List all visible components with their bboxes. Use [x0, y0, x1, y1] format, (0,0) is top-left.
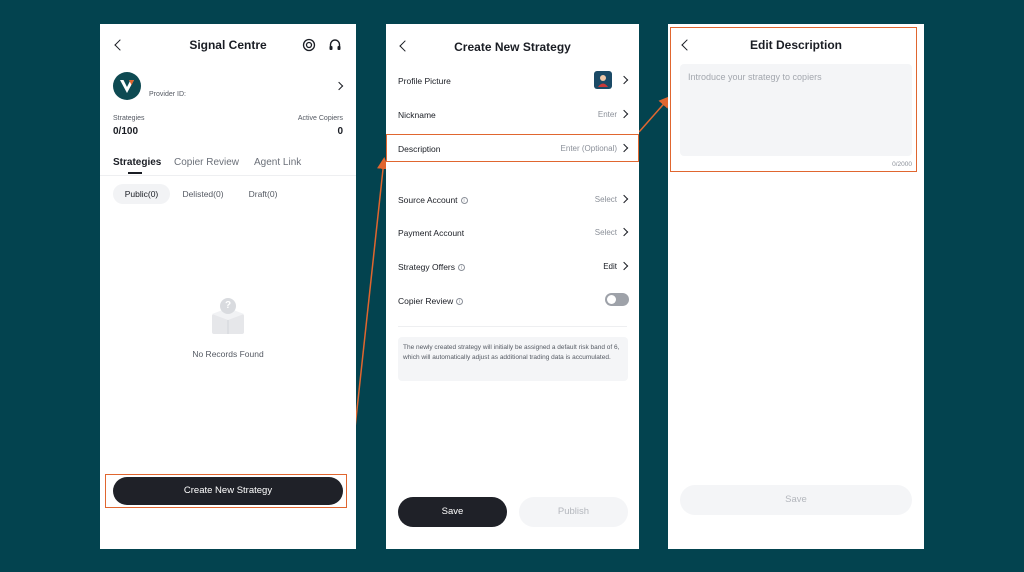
source-account-chevron-icon[interactable] [619, 194, 629, 204]
source-account-label: Source Account [398, 195, 458, 205]
nickname-chevron-icon[interactable] [619, 109, 629, 119]
broadcast-icon[interactable] [302, 38, 316, 52]
character-counter: 0/2000 [892, 161, 912, 168]
nickname-value[interactable]: Enter [598, 110, 617, 119]
create-strategy-screen: Create New Strategy Profile Picture Nick… [386, 24, 639, 549]
publish-button[interactable]: Publish [519, 497, 628, 527]
section-divider [398, 326, 627, 327]
provider-chevron-icon[interactable] [334, 81, 344, 91]
strategies-count: 0/100 [113, 126, 139, 137]
active-tab-indicator [128, 172, 142, 174]
save-button[interactable]: Save [398, 497, 507, 527]
page-title: Signal Centre [189, 38, 267, 52]
save-button[interactable]: Save [680, 485, 912, 515]
payment-account-label: Payment Account [398, 228, 465, 238]
info-icon[interactable]: i [460, 197, 468, 205]
description-input[interactable]: Introduce your strategy to copiers [680, 64, 912, 156]
profile-picture-chevron-icon[interactable] [619, 75, 629, 85]
tab-divider [100, 175, 356, 176]
back-arrow-icon[interactable] [399, 40, 411, 52]
strategy-offers-row: Strategy Offers i [398, 262, 466, 272]
description-value[interactable]: Enter (Optional) [561, 144, 617, 153]
description-label: Description [398, 144, 441, 154]
info-icon[interactable]: i [456, 298, 464, 306]
tab-agent-link[interactable]: Agent Link [254, 157, 301, 168]
filter-public[interactable]: Public(0) [113, 184, 170, 204]
active-copiers-label: Active Copiers [297, 115, 343, 122]
strategies-label: Strategies [113, 115, 145, 122]
copier-review-toggle[interactable] [605, 293, 629, 306]
strategy-offers-chevron-icon[interactable] [619, 261, 629, 271]
no-records-text: No Records Found [192, 349, 264, 359]
toggle-knob [607, 295, 616, 304]
page-title: Create New Strategy [454, 40, 571, 54]
strategy-offers-label: Strategy Offers [398, 262, 456, 272]
page-title: Edit Description [749, 38, 842, 52]
info-icon[interactable]: i [458, 264, 466, 272]
copier-review-row: Copier Review i [398, 296, 464, 306]
profile-picture-label: Profile Picture [398, 76, 451, 86]
provider-avatar [113, 72, 141, 100]
active-copiers-count: 0 [337, 126, 343, 137]
payment-account-value[interactable]: Select [595, 228, 617, 237]
payment-account-chevron-icon[interactable] [619, 227, 629, 237]
signal-centre-screen: Signal Centre Provider ID: Strategies 0/… [100, 24, 356, 549]
empty-question-mark: ? [224, 300, 232, 311]
tab-strategies[interactable]: Strategies [113, 157, 161, 168]
nickname-label: Nickname [398, 110, 436, 120]
source-account-value[interactable]: Select [595, 195, 617, 204]
source-account-row: Source Account i [398, 195, 468, 205]
back-arrow-icon[interactable] [114, 39, 126, 51]
edit-description-screen: Edit Description Introduce your strategy… [668, 24, 924, 549]
filter-draft[interactable]: Draft(0) [238, 184, 288, 204]
copier-review-label: Copier Review [398, 296, 454, 306]
strategy-offers-value[interactable]: Edit [603, 262, 617, 271]
profile-picture-thumbnail[interactable] [594, 71, 612, 89]
connector-description-to-edit [638, 95, 671, 133]
create-new-strategy-button[interactable]: Create New Strategy [113, 477, 343, 505]
provider-id-label: Provider ID: [149, 91, 186, 98]
tab-copier-review[interactable]: Copier Review [174, 157, 239, 168]
risk-band-notice: The newly created strategy will initiall… [398, 337, 628, 381]
filter-delisted[interactable]: Delisted(0) [178, 184, 228, 204]
headset-icon[interactable] [328, 38, 342, 52]
